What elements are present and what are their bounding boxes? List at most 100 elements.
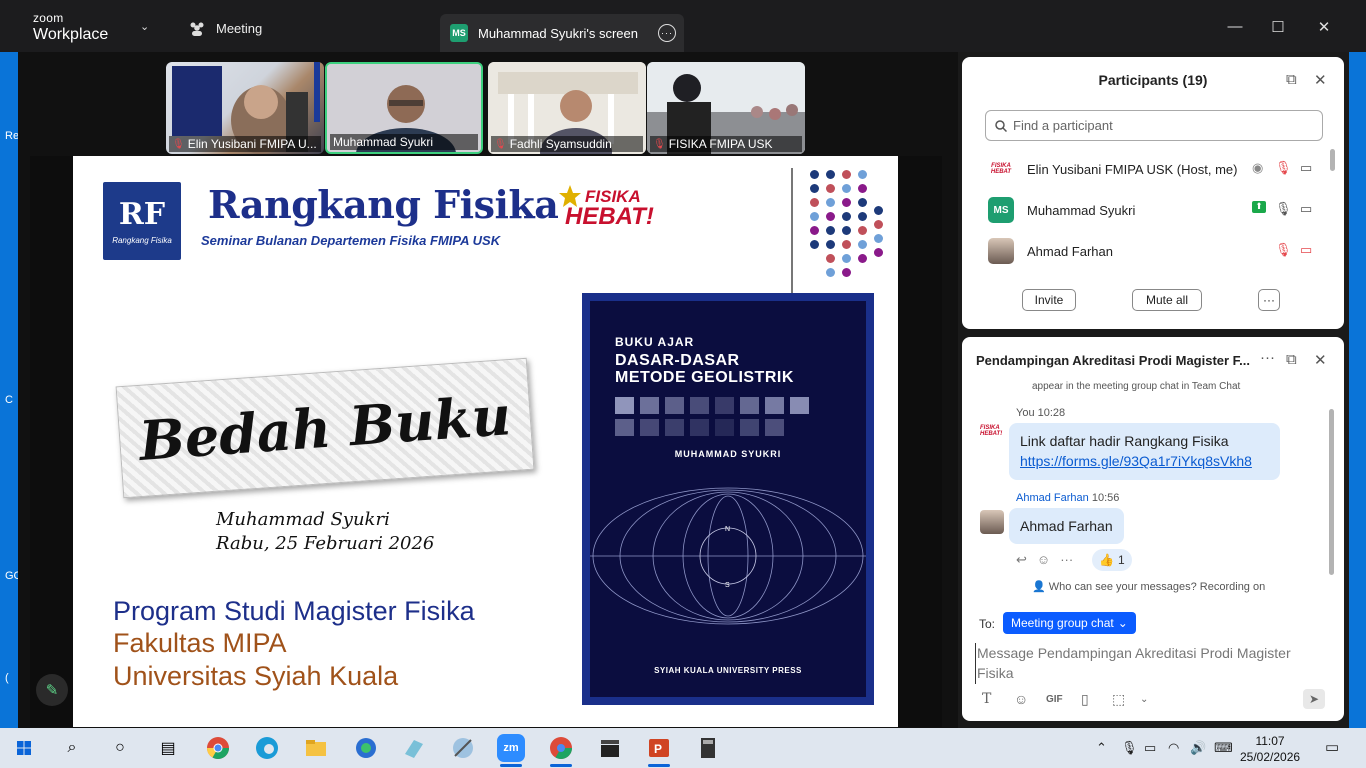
search-icon: [995, 119, 1007, 132]
annotate-pen-icon[interactable]: ✎: [36, 674, 68, 706]
emoji-icon[interactable]: ☺: [1014, 691, 1028, 707]
thumbnail-name: Muhammad Syukri: [333, 135, 434, 149]
mic-off-icon[interactable]: 🎙: [1275, 242, 1292, 258]
app-icon[interactable]: [400, 734, 428, 762]
message-link[interactable]: https://forms.gle/93Qa1r7iYkq8sVkh8: [1020, 453, 1252, 469]
app-icon[interactable]: [449, 734, 477, 762]
chat-message-bubble[interactable]: Link daftar hadir Rangkang Fisika https:…: [1009, 423, 1280, 480]
participant-row[interactable]: MS Muhammad Syukri ⬆ 🎙 ▭: [962, 191, 1330, 229]
add-reaction-icon[interactable]: ☺: [1037, 552, 1050, 568]
decorative-dot: [810, 198, 819, 207]
camera-off-icon[interactable]: ▭: [1300, 242, 1312, 258]
decorative-dot: [858, 254, 867, 263]
reply-icon[interactable]: ↩: [1016, 552, 1027, 568]
cortana-icon[interactable]: ○: [106, 734, 134, 762]
mic-icon[interactable]: 🎙: [1275, 201, 1292, 217]
volume-icon[interactable]: 🔊: [1190, 740, 1206, 756]
chevron-down-icon[interactable]: ⌄: [1140, 694, 1148, 705]
book-square: [715, 419, 734, 436]
search-icon[interactable]: ⌕: [58, 734, 86, 762]
chat-message-bubble[interactable]: Ahmad Farhan: [1009, 508, 1124, 545]
screenshot-icon[interactable]: ⬚: [1112, 691, 1125, 708]
close-window-icon[interactable]: ✕: [1314, 18, 1334, 36]
camera-icon[interactable]: ▭: [1300, 201, 1312, 217]
decorative-dot: [810, 212, 819, 221]
more-icon[interactable]: ···: [1060, 552, 1073, 568]
notification-icon[interactable]: ▭: [1325, 738, 1339, 756]
keyboard-icon[interactable]: ⌨: [1214, 740, 1233, 756]
chevron-up-icon[interactable]: ⌃: [1096, 740, 1107, 756]
windows-start-icon[interactable]: [10, 734, 38, 762]
video-thumbnail[interactable]: 🎙 Fadhli Syamsuddin: [488, 62, 646, 154]
participant-search-input[interactable]: Find a participant: [985, 110, 1323, 141]
sender-avatar: FISIKA HEBAT!: [980, 425, 1003, 437]
mute-all-button[interactable]: Mute all: [1132, 289, 1202, 311]
close-icon[interactable]: ✕: [1314, 351, 1327, 369]
recipient-dropdown[interactable]: Meeting group chat ⌄: [1003, 612, 1136, 634]
tab-meeting[interactable]: Meeting: [188, 21, 262, 36]
invite-button[interactable]: Invite: [1022, 289, 1076, 311]
chevron-down-icon: ⌄: [1117, 616, 1128, 630]
file-explorer-icon[interactable]: [302, 734, 330, 762]
zoom-workplace-logo[interactable]: zoom Workplace: [33, 12, 108, 43]
video-thumbnail[interactable]: 🎙 FISIKA FMIPA USK: [647, 62, 805, 154]
decorative-dot: [810, 226, 819, 235]
maximize-icon[interactable]: ☐: [1268, 18, 1288, 36]
chat-scrollbar[interactable]: [1329, 409, 1334, 575]
battery-icon[interactable]: ▭: [1144, 740, 1156, 756]
slide-subtitle: Seminar Bulanan Departemen Fisika FMIPA …: [201, 233, 501, 248]
send-icon[interactable]: ➤: [1303, 689, 1325, 709]
pop-out-icon[interactable]: ⧉: [1286, 71, 1297, 88]
gif-button[interactable]: GIF: [1046, 694, 1063, 705]
chevron-down-icon[interactable]: ⌄: [140, 20, 149, 33]
brand-bottom: Workplace: [33, 26, 109, 43]
powerpoint-icon[interactable]: P: [645, 734, 673, 762]
mic-icon[interactable]: 🎙: [1121, 740, 1138, 756]
message-input[interactable]: Message Pendampingan Akreditasi Prodi Ma…: [975, 643, 1325, 684]
chrome-icon[interactable]: [204, 734, 232, 762]
title-bar: zoom Workplace ⌄ Meeting MS Muhammad Syu…: [0, 0, 1366, 52]
minimize-icon[interactable]: —: [1225, 18, 1245, 35]
zoom-window: zoom Workplace ⌄ Meeting MS Muhammad Syu…: [0, 0, 1366, 768]
chat-title: Pendampingan Akreditasi Prodi Magister F…: [976, 353, 1251, 368]
decorative-dot: [874, 206, 883, 215]
file-icon[interactable]: ▯: [1081, 691, 1089, 708]
chrome-icon[interactable]: [547, 734, 575, 762]
wifi-icon[interactable]: ◠: [1168, 740, 1179, 756]
clapperboard-icon[interactable]: [596, 734, 624, 762]
participants-scrollbar[interactable]: [1330, 149, 1335, 171]
windows-taskbar: ⌕ ○ ▤ zm P ⌃ 🎙 ▭ ◠ 🔊 ⌨ 11:07 25/02/2026 …: [0, 728, 1366, 768]
decorative-dot: [810, 170, 819, 179]
message-sender[interactable]: Ahmad Farhan: [1016, 492, 1089, 504]
reaction-pill[interactable]: 👍 1: [1092, 549, 1132, 571]
calculator-icon[interactable]: [694, 734, 722, 762]
participant-avatar: MS: [988, 197, 1014, 223]
taskbar-clock[interactable]: 11:07 25/02/2026: [1240, 733, 1300, 765]
more-options-icon[interactable]: ···: [658, 24, 676, 42]
video-thumbnail[interactable]: 🎙 Elin Yusibani FMIPA U...: [166, 62, 324, 154]
mic-off-icon[interactable]: 🎙: [1275, 160, 1292, 176]
field-s-label: S: [725, 582, 730, 589]
decorative-dot: [810, 240, 819, 249]
app-icon[interactable]: [352, 734, 380, 762]
task-view-icon[interactable]: ▤: [154, 734, 182, 762]
video-thumbnail-active-speaker[interactable]: Muhammad Syukri: [325, 62, 483, 154]
more-options-button[interactable]: ···: [1258, 289, 1280, 311]
participant-row[interactable]: Ahmad Farhan 🎙 ▭: [962, 232, 1330, 270]
recipient-label: Meeting group chat: [1011, 616, 1114, 630]
book-title-line: DASAR-DASAR: [615, 352, 740, 369]
mic-off-icon: 🎙: [653, 138, 666, 150]
participant-row[interactable]: FISIKA HEBAT Elin Yusibani FMIPA USK (Ho…: [962, 150, 1330, 188]
close-icon[interactable]: ✕: [1314, 71, 1327, 89]
format-text-icon[interactable]: T: [982, 691, 991, 707]
thumbs-up-icon: 👍: [1099, 553, 1114, 567]
privacy-notice[interactable]: 👤 Who can see your messages? Recording o…: [1032, 580, 1265, 593]
tab-shared-screen[interactable]: MS Muhammad Syukri's screen ···: [440, 14, 684, 52]
book-square: [615, 397, 634, 414]
camera-icon[interactable]: ▭: [1300, 160, 1312, 176]
pop-out-icon[interactable]: ⧉: [1286, 351, 1297, 368]
zoom-taskbar-icon[interactable]: zm: [497, 734, 525, 762]
desktop-edge-text: (: [5, 672, 9, 684]
more-icon[interactable]: ···: [1260, 349, 1275, 366]
edge-icon[interactable]: [253, 734, 281, 762]
